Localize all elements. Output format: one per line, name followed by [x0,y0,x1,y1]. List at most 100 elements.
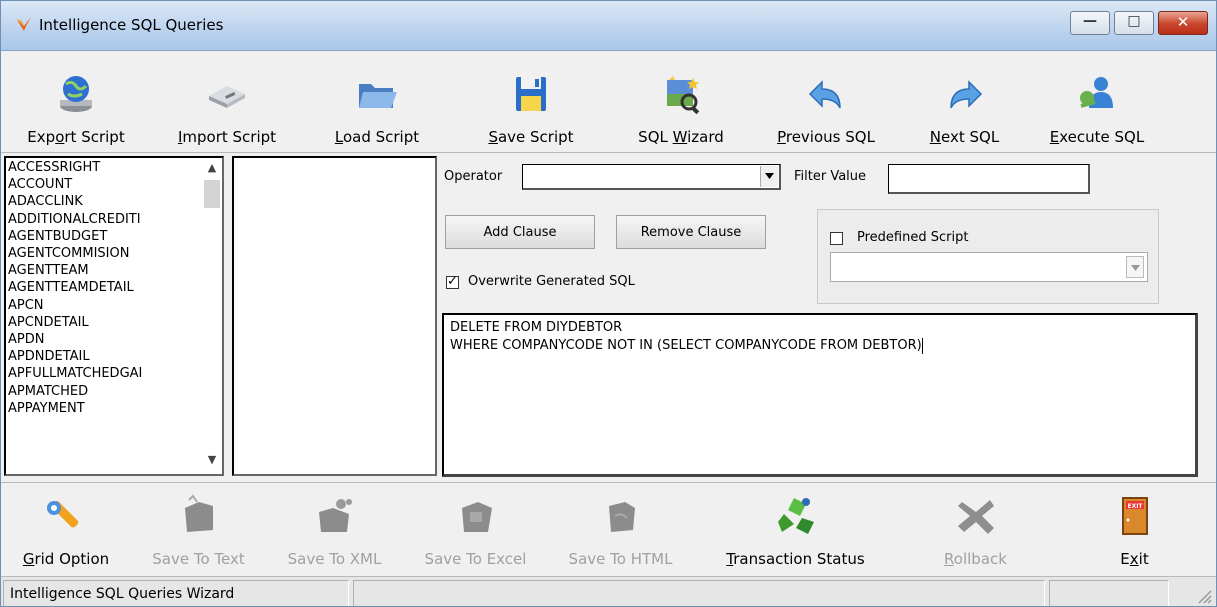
label-post: ollback [953,550,1007,568]
label-key: o [55,128,65,146]
table-list-item[interactable]: ACCESSRIGHT [8,159,200,176]
predefined-script-checkbox[interactable] [830,232,843,245]
window-controls: — □ ✕ [1070,11,1208,35]
toolbar-button-save-xml[interactable]: Save To XML [266,483,403,574]
label-post: xecute SQL [1059,128,1145,146]
label-post: izard [687,128,724,146]
label-pre: SQL [638,128,673,146]
svg-text:EXIT: EXIT [1127,503,1143,510]
scroll-up-icon[interactable]: ▲ [202,161,222,179]
window-title: Intelligence SQL Queries [39,16,224,34]
folder-open-icon [359,84,397,108]
floppy-disk-icon [516,77,546,111]
label-post: revious SQL [785,128,875,146]
scroll-down-icon[interactable]: ▼ [202,453,222,471]
label-post: rt Script [64,128,125,146]
arrow-forward-icon [949,80,982,109]
label-pre: Save To HTML [568,550,673,568]
toolbar-button-label: Previous SQL [777,128,875,146]
toolbar-button-arrow-back[interactable]: Previous SQL [751,53,901,152]
overwrite-sql-label: Overwrite Generated SQL [468,274,635,289]
label-pre: E [1120,550,1130,568]
column-list[interactable] [232,156,437,476]
table-list-item[interactable]: AGENTCOMMISION [8,245,200,262]
toolbar-button-label: Save Script [488,128,573,146]
toolbar-button-rollback-x[interactable]: Rollback [898,483,1053,574]
predefined-dropdown-button[interactable] [1126,256,1144,278]
table-list-scrollbar[interactable]: ▲ ▼ [202,158,222,474]
toolbar-button-transaction-recycle[interactable]: Transaction Status [693,483,898,574]
label-key: R [944,550,954,568]
table-list-item[interactable]: APCN [8,297,200,314]
save-xml-icon [318,499,352,532]
wizard-icon [667,76,700,115]
overwrite-sql-checkbox[interactable]: ✓ [446,274,459,289]
label-post: ransaction Status [733,550,865,568]
check-icon: ✓ [447,274,458,289]
add-clause-button[interactable]: Add Clause [445,215,595,249]
flame-logo-icon [16,17,31,31]
toolbar-button-arrow-forward[interactable]: Next SQL [901,53,1028,152]
drive-icon [209,86,245,108]
minimize-icon: — [1083,13,1097,29]
filter-value-label: Filter Value [794,169,867,184]
maximize-button[interactable]: □ [1114,11,1154,35]
close-button[interactable]: ✕ [1158,11,1208,35]
toolbar-button-drive[interactable]: Import Script [151,53,303,152]
status-panel-3 [1049,580,1169,606]
table-list-item[interactable]: APDNDETAIL [8,348,200,365]
toolbar-button-folder-open[interactable]: Load Script [303,53,451,152]
label-key: L [334,128,343,146]
label-post: ave Script [497,128,574,146]
label-post: oad Script [342,128,420,146]
toolbar-button-floppy-disk[interactable]: Save Script [451,53,611,152]
status-text: Intelligence SQL Queries Wizard [3,580,349,606]
minimize-button[interactable]: — [1070,11,1110,35]
table-list-item[interactable]: APMATCHED [8,383,200,400]
text-caret [921,337,923,354]
table-list-item[interactable]: ADACCLINK [8,193,200,210]
label-key: N [929,128,942,146]
toolbar-button-save-html[interactable]: Save To HTML [548,483,693,574]
filter-value-input[interactable] [888,164,1090,194]
operator-combo[interactable] [522,164,781,190]
predefined-script-group: Predefined Script [817,209,1159,304]
toolbar-button-label: Execute SQL [1050,128,1144,146]
toolbar-button-execute-user[interactable]: Execute SQL [1028,53,1166,152]
table-list-item[interactable]: ACCOUNT [8,176,200,193]
toolbar-button-save-excel[interactable]: Save To Excel [403,483,548,574]
toolbar-button-save-text[interactable]: Save To Text [131,483,266,574]
toolbar-button-label: Save To Text [152,550,244,568]
table-list-item[interactable]: APDN [8,331,200,348]
toolbar-button-label: Transaction Status [726,550,864,568]
toolbar-button-exit-door[interactable]: EXIT Exit [1053,483,1216,574]
title-bar[interactable]: Intelligence SQL Queries — □ ✕ [1,1,1216,51]
toolbar-button-globe-drive[interactable]: Export Script [1,53,151,152]
label-post: it [1138,550,1149,568]
table-list-item[interactable]: AGENTTEAM [8,262,200,279]
table-list-item[interactable]: AGENTTEAMDETAIL [8,279,200,296]
sql-editor[interactable]: DELETE FROM DIYDEBTOR WHERE COMPANYCODE N… [442,313,1198,477]
toolbar-button-wizard[interactable]: SQL Wizard [611,53,751,152]
table-list[interactable]: ACCESSRIGHT ACCOUNT ADACCLINK ADDITIONALCRE… [4,156,224,476]
exit-door-icon: EXIT [1121,497,1148,535]
rollback-x-icon [957,500,994,534]
bottom-toolbar: Grid Option Save To Text Save To XML Save T… [1,482,1216,574]
table-list-item[interactable]: APPAYMENT [8,400,200,417]
predefined-script-combo[interactable] [830,252,1148,282]
resize-grip-icon[interactable] [1196,588,1212,604]
table-list-item[interactable]: AGENTBUDGET [8,228,200,245]
table-list-item[interactable]: APCNDETAIL [8,314,200,331]
operator-dropdown-button[interactable] [760,166,778,187]
label-pre: Save To Excel [424,550,527,568]
table-list-item[interactable]: APFULLMATCHEDGAI [8,365,200,382]
table-list-item[interactable]: ADDITIONALCREDITI [8,211,200,228]
toolbar-button-wrench[interactable]: Grid Option [1,483,131,574]
remove-clause-button[interactable]: Remove Clause [616,215,766,249]
sql-line-2-text: WHERE COMPANYCODE NOT IN (SELECT COMPANY… [450,338,922,353]
toolbar-button-label: Save To XML [288,550,382,568]
arrow-back-icon [808,80,841,109]
scroll-thumb[interactable] [204,180,220,208]
save-html-icon [608,502,635,532]
remove-clause-label: Remove Clause [640,224,742,240]
